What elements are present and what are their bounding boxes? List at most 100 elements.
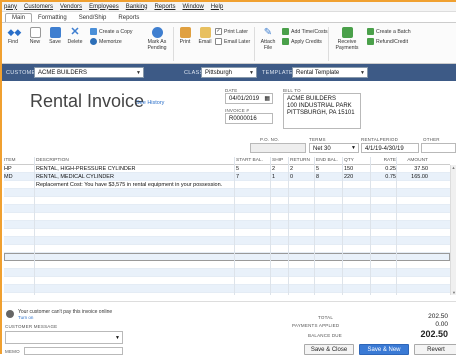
scroll-up-icon[interactable]: ▲ [451, 165, 456, 170]
bill-to-field[interactable]: ACME BUILDERS 100 INDUSTRIAL PARK PITTSB… [283, 93, 361, 129]
save-new-button[interactable]: Save & New [359, 344, 409, 355]
menu-employees[interactable]: Employees [89, 4, 119, 10]
cell-end-bal[interactable] [316, 181, 342, 189]
calendar-icon[interactable]: ▦ [264, 95, 270, 102]
find-button[interactable]: ◆◆ Find [5, 27, 22, 46]
column-header-return[interactable]: RETURN [290, 157, 314, 165]
tab-formatting[interactable]: Formatting [32, 14, 73, 22]
po-number-field[interactable] [250, 143, 306, 153]
table-row[interactable] [4, 269, 450, 277]
revert-button[interactable]: Revert [414, 344, 456, 355]
cell-qty[interactable]: 150 [344, 165, 370, 173]
table-row[interactable] [4, 189, 450, 197]
date-field[interactable]: 04/01/2019 ▦ [225, 93, 273, 104]
customer-job-select[interactable]: ACME BUILDERS ▼ [34, 67, 144, 78]
cell-ship[interactable] [272, 181, 288, 189]
menu-customers[interactable]: Customers [24, 4, 53, 10]
cell-rate[interactable]: 0.75 [372, 173, 396, 181]
cell-description[interactable]: RENTAL, HIGH-PRESSURE CYLINDER [36, 165, 236, 173]
template-select[interactable]: Rental Template ▼ [292, 67, 368, 78]
table-row[interactable] [4, 237, 450, 245]
rental-period-field[interactable]: 4/1/19-4/30/19 [361, 143, 419, 153]
class-select[interactable]: Pittsburgh ▼ [201, 67, 257, 78]
table-row[interactable] [4, 261, 450, 269]
column-header-amount[interactable]: AMOUNT [398, 157, 428, 165]
table-row[interactable]: HP RENTAL, HIGH-PRESSURE CYLINDER 5 2 2 5 150 0… [4, 165, 450, 173]
add-time-costs-button[interactable]: Add Time/Costs [282, 28, 328, 35]
create-batch-button[interactable]: Create a Batch [367, 28, 411, 35]
cell-return[interactable] [290, 181, 314, 189]
see-history-link[interactable]: See History [136, 100, 164, 106]
column-header-start-bal[interactable]: START BAL. [236, 157, 270, 165]
table-row[interactable] [4, 277, 450, 285]
mark-pending-button[interactable]: Mark As Pending [145, 27, 169, 51]
memorize-button[interactable]: Memorize [90, 38, 122, 45]
cell-amount[interactable]: 165.00 [398, 173, 428, 181]
other-field[interactable] [421, 143, 456, 153]
cell-start-bal[interactable] [236, 181, 270, 189]
scroll-down-icon[interactable]: ▼ [451, 290, 456, 295]
table-row[interactable] [4, 205, 450, 213]
table-row[interactable]: MD RENTAL, MEDICAL CYLINDER 7 1 0 8 220 0.75 165… [4, 173, 450, 181]
table-row[interactable] [4, 285, 450, 293]
column-header-rate[interactable]: RATE [372, 157, 396, 165]
print-button[interactable]: Print [177, 27, 193, 46]
menu-help[interactable]: Help [211, 4, 223, 10]
menu-vendors[interactable]: Vendors [60, 4, 82, 10]
receive-payments-button[interactable]: Receive Payments [333, 27, 361, 51]
table-row[interactable] [4, 229, 450, 237]
tab-main[interactable]: Main [5, 13, 33, 22]
cell-amount[interactable]: 37.50 [398, 165, 428, 173]
table-row[interactable] [4, 245, 450, 253]
tab-send-ship[interactable]: Send/Ship [73, 14, 113, 22]
table-row[interactable] [4, 253, 450, 261]
menu-company[interactable]: pany [4, 4, 17, 10]
cell-ship[interactable]: 2 [272, 165, 288, 173]
save-button[interactable]: Save [46, 27, 64, 46]
table-row[interactable] [4, 221, 450, 229]
turn-on-link[interactable]: Turn on [18, 315, 33, 320]
terms-select[interactable]: Net 30 ▼ [309, 143, 359, 153]
table-row[interactable] [4, 213, 450, 221]
attach-file-button[interactable]: ✎ Attach File [258, 27, 278, 51]
cell-amount[interactable] [398, 181, 428, 189]
cell-item[interactable]: HP [4, 165, 34, 173]
cell-qty[interactable]: 220 [344, 173, 370, 181]
column-header-item[interactable]: ITEM [4, 157, 34, 165]
cell-return[interactable]: 2 [290, 165, 314, 173]
menu-banking[interactable]: Banking [126, 4, 148, 10]
menu-reports[interactable]: Reports [154, 4, 175, 10]
cell-item[interactable]: MD [4, 173, 34, 181]
delete-button[interactable]: ✕ Delete [65, 27, 85, 46]
cell-start-bal[interactable]: 5 [236, 165, 270, 173]
cell-start-bal[interactable]: 7 [236, 173, 270, 181]
cell-item[interactable] [4, 181, 34, 189]
cell-qty[interactable] [344, 181, 370, 189]
column-header-description[interactable]: DESCRIPTION [36, 157, 236, 165]
column-header-ship[interactable]: SHIP [272, 157, 288, 165]
table-row[interactable] [4, 197, 450, 205]
new-button[interactable]: New [27, 27, 43, 46]
menu-window[interactable]: Window [182, 4, 203, 10]
column-header-qty[interactable]: QTY [344, 157, 370, 165]
cell-rate[interactable]: 0.25 [372, 165, 396, 173]
cell-ship[interactable]: 1 [272, 173, 288, 181]
print-later-checkbox[interactable]: ✓ Print Later [215, 28, 248, 35]
tab-reports[interactable]: Reports [112, 14, 145, 22]
cell-rate[interactable] [372, 181, 396, 189]
email-button[interactable]: Email [196, 27, 214, 46]
invoice-number-field[interactable]: R0000016 [225, 113, 273, 124]
apply-credits-button[interactable]: Apply Credits [282, 38, 322, 45]
cell-description[interactable]: RENTAL, MEDICAL CYLINDER [36, 173, 236, 181]
table-scrollbar[interactable]: ▲ ▼ [450, 165, 456, 295]
email-later-checkbox[interactable]: Email Later [215, 38, 250, 45]
cell-end-bal[interactable]: 8 [316, 173, 342, 181]
customer-message-select[interactable]: ▼ [5, 331, 123, 344]
create-copy-button[interactable]: Create a Copy [90, 28, 132, 35]
cell-return[interactable]: 0 [290, 173, 314, 181]
column-header-end-bal[interactable]: END BAL. [316, 157, 342, 165]
table-row[interactable]: Replacement Cost: You have $3,575 in ren… [4, 181, 450, 189]
cell-end-bal[interactable]: 5 [316, 165, 342, 173]
save-close-button[interactable]: Save & Close [304, 344, 354, 355]
refund-credit-button[interactable]: Refund/Credit [367, 38, 408, 45]
